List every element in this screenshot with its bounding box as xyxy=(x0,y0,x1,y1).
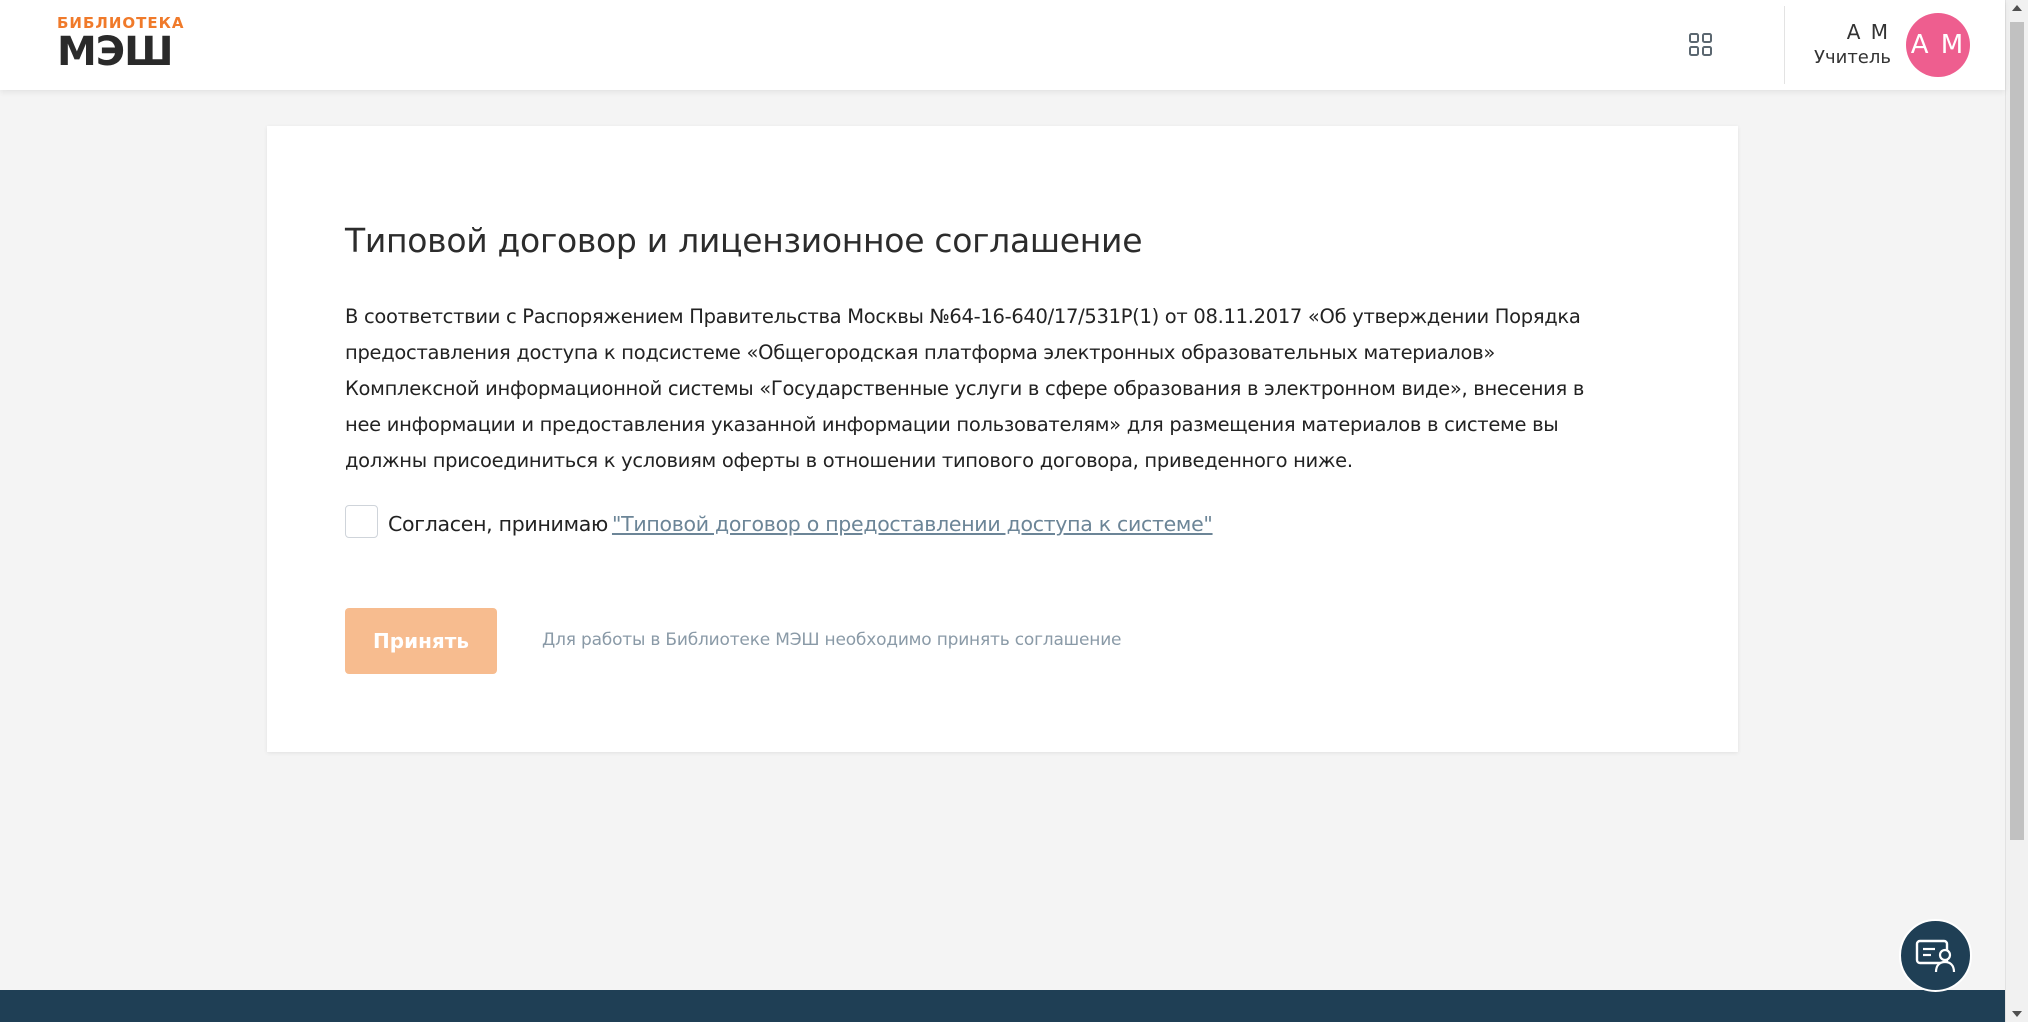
contract-link[interactable]: "Типовой договор о предоставлении доступ… xyxy=(612,512,1213,536)
agree-row: Согласен, принимаю "Типовой договор о пр… xyxy=(345,504,1213,538)
logo[interactable]: БИБЛИОТЕКА МЭШ xyxy=(57,14,197,76)
agreement-text: В соответствии с Распоряжением Правитель… xyxy=(345,305,1585,472)
footer xyxy=(0,990,2005,1022)
header: БИБЛИОТЕКА МЭШ А М Учитель А М xyxy=(0,0,2005,90)
accept-hint: Для работы в Библиотеке МЭШ необходимо п… xyxy=(542,630,1122,650)
scroll-down-icon[interactable] xyxy=(2012,1011,2022,1017)
agree-checkbox[interactable] xyxy=(345,504,378,538)
support-chat-button[interactable] xyxy=(1899,919,1972,992)
grid-icon[interactable] xyxy=(1688,32,1714,58)
agree-label: Согласен, принимаю xyxy=(388,512,608,536)
avatar[interactable]: А М xyxy=(1906,13,1970,77)
scroll-up-icon[interactable] xyxy=(2012,5,2022,11)
support-chat-icon xyxy=(1915,939,1955,972)
accept-button[interactable]: Принять xyxy=(345,608,497,674)
page-title: Типовой договор и лицензионное соглашени… xyxy=(345,221,1143,260)
header-divider xyxy=(1784,6,1785,84)
scroll-thumb[interactable] xyxy=(2010,22,2024,840)
logo-main-text: МЭШ xyxy=(57,29,174,75)
user-role[interactable]: Учитель xyxy=(1814,47,1891,68)
agreement-card: Типовой договор и лицензионное соглашени… xyxy=(267,126,1738,752)
user-name[interactable]: А М xyxy=(1847,20,1890,44)
page: БИБЛИОТЕКА МЭШ А М Учитель А М Типовой д… xyxy=(0,0,2005,1022)
scrollbar[interactable] xyxy=(2005,0,2028,1022)
